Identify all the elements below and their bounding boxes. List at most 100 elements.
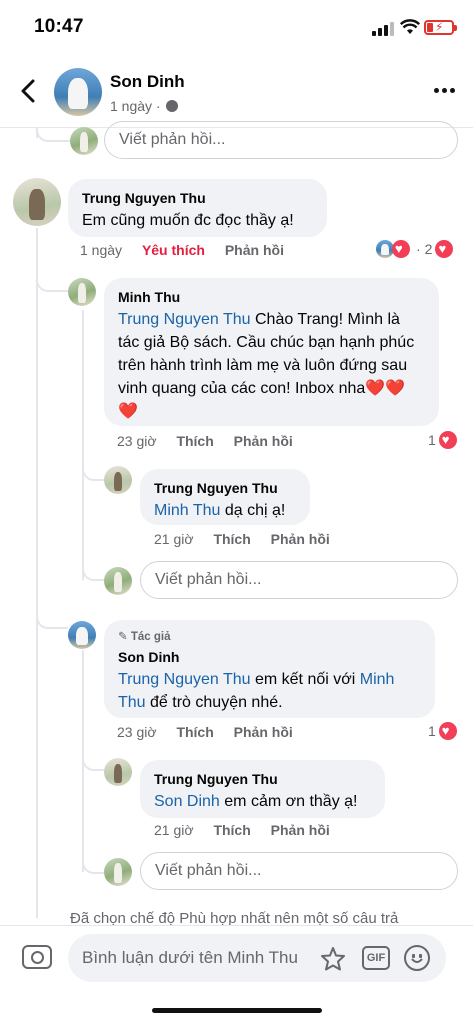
post-time: 1 ngày · [110, 98, 161, 114]
comment-author[interactable]: Son Dinh [118, 648, 421, 666]
thread-connector [82, 555, 104, 581]
sticker-icon[interactable] [320, 946, 346, 972]
thread-connector [82, 848, 104, 874]
reaction-count: 1 [428, 723, 436, 739]
comment-text-body: em cảm ơn thầy ạ! [224, 793, 358, 810]
love-button[interactable]: Yêu thích [142, 242, 205, 258]
pen-icon: ✎ [118, 631, 128, 643]
comment-actions: 23 giờ Thích Phản hồi [117, 724, 309, 740]
comment-actions: 21 giờ Thích Phản hồi [154, 822, 346, 838]
author-avatar[interactable] [54, 68, 102, 116]
reaction-count: 2 [424, 241, 433, 257]
reaction-summary[interactable]: 1 [428, 722, 457, 740]
post-header: Son Dinh 1 ngày · [0, 58, 473, 128]
author-name[interactable]: Son Dinh [110, 72, 185, 92]
globe-icon [166, 100, 179, 112]
commenter-avatar[interactable] [68, 278, 96, 306]
comment-author[interactable]: Minh Thu [118, 288, 425, 306]
like-button[interactable]: Thích [213, 822, 250, 838]
user-avatar [70, 127, 98, 155]
post-meta: 1 ngày · [110, 98, 179, 114]
emoji-icon[interactable] [404, 945, 430, 971]
comment-time: 23 giờ [117, 724, 157, 740]
commenter-avatar[interactable] [68, 621, 96, 649]
comment-text: Son Dinh em cảm ơn thầy ạ! [154, 790, 371, 813]
comment-time: 21 giờ [154, 822, 194, 838]
comment-bubble: Trung Nguyen Thu Em cũng muốn đc đọc thầ… [68, 179, 327, 237]
author-badge: ✎ Tác giả [118, 630, 421, 644]
heart-icon [435, 240, 454, 258]
status-bar: 10:47 ⚡ [0, 0, 473, 58]
comment-actions: 21 giờ Thích Phản hồi [154, 531, 346, 547]
heart-icon [438, 722, 457, 740]
comment-text-body: em kết nối với [250, 671, 356, 688]
thread-connector [82, 455, 104, 481]
text-line: Chào Trang! Mình là [254, 311, 400, 328]
comment-bubble: Trung Nguyen Thu Minh Thu dạ chị ạ! [140, 469, 310, 525]
reply-button[interactable]: Phản hồi [234, 433, 293, 449]
back-arrow-icon[interactable] [16, 76, 40, 106]
text-line: trên hành trình làm mẹ và luôn đứng sau [118, 357, 408, 374]
reply-input[interactable]: Viết phản hồi... [140, 852, 458, 890]
comment-input[interactable]: Bình luận dưới tên Minh Thu GIF [68, 934, 446, 982]
thread-connector [36, 595, 68, 629]
text-line: tác giả Bộ sách. Cầu chúc bạn hạnh phúc [118, 334, 415, 351]
comment-text: Trung Nguyen Thu Chào Trang! Mình là tác… [118, 308, 425, 423]
mention-link[interactable]: Thu [118, 694, 146, 711]
camera-icon[interactable] [22, 945, 52, 969]
reaction-summary[interactable]: 1 [428, 431, 457, 449]
text-line: ❤️ [118, 403, 138, 420]
comment-text-body: dạ chị ạ! [224, 502, 286, 519]
status-time: 10:47 [34, 16, 84, 37]
comment-text-body: để trò chuyện nhé. [150, 694, 283, 711]
comment-text: Em cũng muốn đc đọc thầy ạ! [82, 212, 294, 229]
reply-button[interactable]: Phản hồi [271, 531, 330, 547]
thread-line [36, 228, 38, 918]
comment-author[interactable]: Trung Nguyen Thu [82, 189, 313, 207]
gif-icon[interactable]: GIF [362, 946, 390, 970]
heart-icon [392, 240, 410, 258]
comment-author[interactable]: Trung Nguyen Thu [154, 479, 296, 497]
commenter-avatar[interactable] [104, 466, 132, 494]
wifi-icon [400, 19, 420, 34]
comment-time: 1 ngày [80, 242, 123, 258]
comment-input-placeholder: Bình luận dưới tên Minh Thu [82, 948, 298, 967]
comment-actions: 1 ngày Yêu thích Phản hồi [80, 242, 300, 258]
reply-input[interactable]: Viết phản hồi... [140, 561, 458, 599]
comment-bubble: ✎ Tác giả Son Dinh Trung Nguyen Thu em k… [104, 620, 435, 718]
user-avatar [104, 858, 132, 886]
mention-link[interactable]: Trung Nguyen Thu [118, 311, 251, 328]
text-line: vinh quang của các con! Inbox nha❤️❤️ [118, 380, 406, 397]
battery-icon: ⚡ [424, 20, 457, 35]
mention-link[interactable]: Son Dinh [154, 793, 220, 810]
comment-time: 23 giờ [117, 433, 157, 449]
thread-connector [36, 258, 68, 292]
heart-icon [438, 431, 457, 449]
mention-link[interactable]: Minh Thu [154, 502, 220, 519]
mention-link[interactable]: Minh [360, 671, 395, 688]
comment-text: Trung Nguyen Thu em kết nối với Minh Thu… [118, 668, 421, 714]
cellular-signal-icon [372, 22, 394, 36]
reply-button[interactable]: Phản hồi [234, 724, 293, 740]
reply-input[interactable]: Viết phản hồi... [104, 121, 458, 159]
reaction-summary[interactable]: · 2 [376, 240, 454, 258]
comment-time: 21 giờ [154, 531, 194, 547]
commenter-avatar[interactable] [104, 758, 132, 786]
like-button[interactable]: Thích [176, 724, 213, 740]
like-button[interactable]: Thích [213, 531, 250, 547]
thread-connector [36, 128, 70, 142]
comment-bubble: Trung Nguyen Thu Son Dinh em cảm ơn thầy… [140, 760, 385, 818]
commenter-avatar[interactable] [13, 178, 61, 226]
thread-connector [82, 745, 104, 771]
comment-author[interactable]: Trung Nguyen Thu [154, 770, 371, 788]
reply-button[interactable]: Phản hồi [225, 242, 284, 258]
reply-button[interactable]: Phản hồi [271, 822, 330, 838]
comment-text: Minh Thu dạ chị ạ! [154, 499, 296, 522]
more-options-icon[interactable] [434, 88, 456, 94]
reaction-count: 1 [428, 432, 436, 448]
mention-link[interactable]: Trung Nguyen Thu [118, 671, 251, 688]
home-indicator [152, 1008, 322, 1013]
thread-line [82, 310, 84, 580]
like-button[interactable]: Thích [176, 433, 213, 449]
user-avatar [104, 567, 132, 595]
